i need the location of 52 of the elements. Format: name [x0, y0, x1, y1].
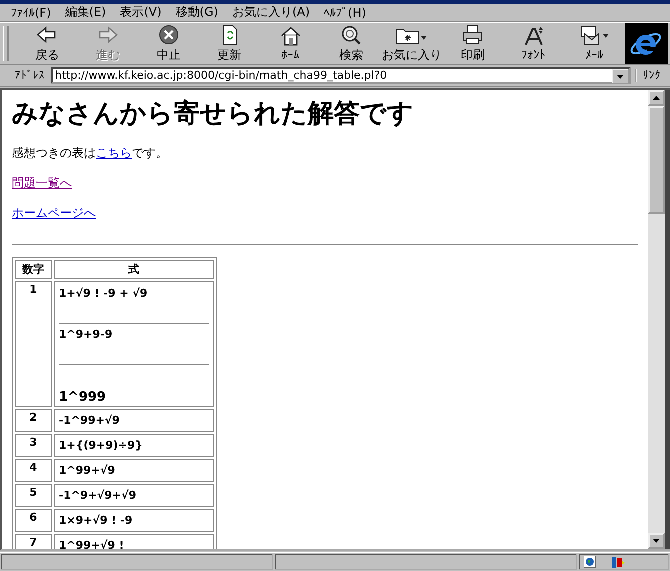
table-cell: 6 [15, 509, 52, 532]
formula-text: 1×9+√9 ! -9 [59, 514, 133, 527]
zone-icon [610, 555, 626, 569]
toolbar-button[interactable]: ﾒｰﾙ [564, 23, 625, 64]
formula-text: -1^9+√9+√9 [59, 489, 137, 502]
table-cell: 2 [15, 409, 52, 432]
logo-icon [624, 23, 668, 64]
globe-icon [584, 556, 596, 568]
printer-icon [460, 24, 485, 46]
toolbar-button[interactable]: 戻る [16, 23, 78, 64]
stop-icon [156, 24, 181, 46]
toolbar-button[interactable]: 中止 [138, 23, 200, 64]
toolbar-button[interactable]: お気に入り [382, 23, 443, 64]
mail-icon [580, 25, 610, 48]
menu-item[interactable]: お気に入り(A) [225, 4, 318, 22]
links-button[interactable]: ﾘﾝｸ [635, 69, 667, 82]
toolbar-button[interactable]: 更新 [199, 23, 260, 64]
table-cell: 4 [15, 459, 52, 482]
toolbar-button[interactable]: 検索 [320, 23, 382, 64]
table-cell: 7 [15, 534, 52, 549]
menu-item[interactable]: 移動(G) [168, 4, 226, 22]
menu-item[interactable]: 表示(V) [113, 4, 169, 22]
address-label: ｱﾄﾞﾚｽ [14, 69, 46, 82]
page-heading: みなさんから寄せられた解答です [12, 98, 415, 131]
menu-item[interactable]: 編集(E) [58, 4, 114, 22]
menu-item[interactable]: ﾍﾙﾌﾟ(H) [317, 6, 374, 20]
scroll-thumb[interactable] [648, 106, 665, 214]
column-header: 数字 [15, 260, 52, 279]
toolbar-button[interactable]: 印刷 [442, 23, 504, 64]
formula-text: 1^99+√9 ! [59, 539, 124, 549]
table-cell: 3 [15, 434, 52, 457]
formula-text: 1^999 [59, 390, 106, 405]
toolbar-button[interactable]: ﾎｰﾑ [260, 23, 321, 64]
link[interactable]: 問題一覧へ [12, 176, 72, 190]
link[interactable]: こちら [96, 146, 132, 160]
formula-text: 1+{(9+9)÷9} [59, 439, 143, 452]
table-cell: 5 [15, 484, 52, 507]
address-field[interactable]: http://www.kf.keio.ac.jp:8000/cgi-bin/math_cha99_table.pl?0 [51, 67, 631, 84]
formula-text: -1^99+√9 [59, 414, 120, 427]
scrollbar[interactable] [648, 90, 670, 549]
scroll-up-icon[interactable] [648, 90, 665, 106]
scroll-down-icon[interactable] [648, 533, 665, 549]
toolbar-button[interactable]: ﾌｫﾝﾄ [503, 23, 564, 64]
menu-item[interactable]: ﾌｧｲﾙ(F) [4, 6, 58, 20]
dropdown-icon[interactable] [612, 69, 629, 84]
formula-text: 1^99+√9 [59, 464, 116, 477]
intro-text: 感想つきの表は こちら です。 [12, 145, 169, 162]
link[interactable]: ホームページへ [12, 206, 96, 220]
table-cell: 1 [15, 281, 52, 407]
formula-text: 1^9+9-9 [59, 328, 113, 341]
column-header: 式 [54, 260, 214, 279]
formula-text: 1+√9 ! -9 + √9 [59, 287, 148, 300]
